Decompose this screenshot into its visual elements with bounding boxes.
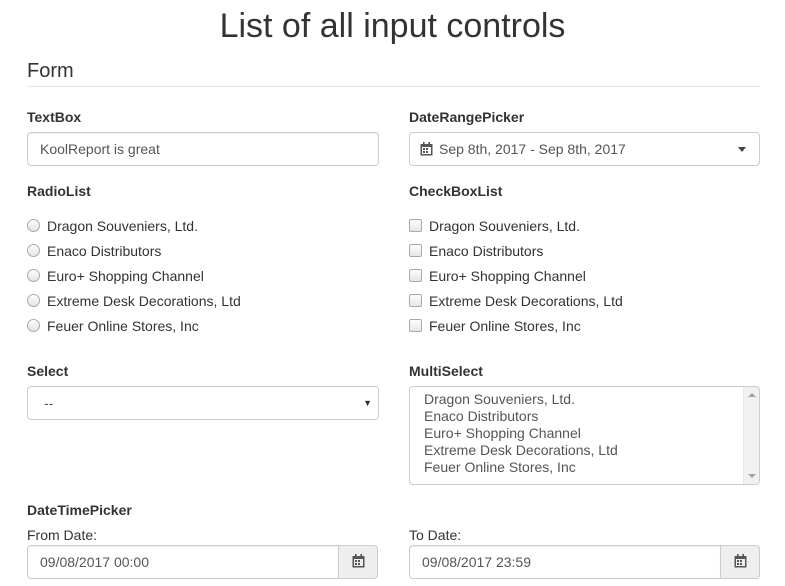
textbox-input[interactable]	[27, 132, 379, 166]
checkbox-option[interactable]: Feuer Online Stores, Inc	[409, 313, 623, 338]
calendar-icon	[734, 553, 747, 571]
checkbox[interactable]	[409, 269, 422, 282]
to-date-picker: 09/08/2017 23:59	[409, 545, 760, 579]
checkbox[interactable]	[409, 244, 422, 257]
multiselect-label: MultiSelect	[409, 363, 483, 379]
daterange-label: DateRangePicker	[409, 109, 525, 125]
divider	[27, 86, 760, 87]
caret-down-icon	[738, 147, 746, 152]
triangle-down-icon: ▼	[363, 398, 372, 408]
radio-list: Dragon Souveniers, Ltd. Enaco Distributo…	[27, 213, 241, 338]
radio-option[interactable]: Enaco Distributors	[27, 238, 241, 263]
from-date-picker: 09/08/2017 00:00	[27, 545, 378, 579]
radio-button[interactable]	[27, 294, 40, 307]
checkbox[interactable]	[409, 294, 422, 307]
to-date-calendar-button[interactable]	[720, 545, 760, 579]
radio-option[interactable]: Euro+ Shopping Channel	[27, 263, 241, 288]
datetimepicker-label: DateTimePicker	[27, 502, 132, 518]
page-title: List of all input controls	[219, 7, 566, 45]
from-date-input[interactable]: 09/08/2017 00:00	[27, 545, 338, 579]
to-date-input[interactable]: 09/08/2017 23:59	[409, 545, 720, 579]
radio-button[interactable]	[27, 244, 40, 257]
radio-button[interactable]	[27, 269, 40, 282]
scroll-up-icon[interactable]	[748, 393, 756, 397]
daterange-value: Sep 8th, 2017 - Sep 8th, 2017	[439, 141, 626, 157]
radio-option[interactable]: Dragon Souveniers, Ltd.	[27, 213, 241, 238]
checkbox-option[interactable]: Dragon Souveniers, Ltd.	[409, 213, 623, 238]
checkbox-list: Dragon Souveniers, Ltd. Enaco Distributo…	[409, 213, 623, 338]
radio-option[interactable]: Extreme Desk Decorations, Ltd	[27, 288, 241, 313]
checkboxlist-label: CheckBoxList	[409, 183, 503, 199]
scroll-down-icon[interactable]	[748, 474, 756, 478]
from-date-calendar-button[interactable]	[338, 545, 378, 579]
checkbox-option[interactable]: Extreme Desk Decorations, Ltd	[409, 288, 623, 313]
checkbox-option[interactable]: Euro+ Shopping Channel	[409, 263, 623, 288]
multiselect-option[interactable]: Feuer Online Stores, Inc	[424, 459, 759, 476]
multiselect-option[interactable]: Euro+ Shopping Channel	[424, 425, 759, 442]
multiselect-option[interactable]: Enaco Distributors	[424, 408, 759, 425]
radio-option[interactable]: Feuer Online Stores, Inc	[27, 313, 241, 338]
multiselect-scrollbar[interactable]	[743, 387, 759, 484]
radiolist-label: RadioList	[27, 183, 91, 199]
textbox-label: TextBox	[27, 109, 82, 125]
daterange-picker[interactable]: Sep 8th, 2017 - Sep 8th, 2017	[409, 132, 760, 166]
select-dropdown[interactable]: -- ▼	[27, 386, 379, 420]
select-value: --	[44, 395, 54, 411]
form-heading: Form	[27, 60, 74, 82]
calendar-icon	[420, 142, 433, 156]
radio-button[interactable]	[27, 219, 40, 232]
to-date-label: To Date:	[409, 527, 462, 543]
from-date-label: From Date:	[27, 527, 98, 543]
checkbox[interactable]	[409, 319, 422, 332]
multiselect-option[interactable]: Dragon Souveniers, Ltd.	[424, 391, 759, 408]
multiselect-option[interactable]: Extreme Desk Decorations, Ltd	[424, 442, 759, 459]
select-label: Select	[27, 363, 69, 379]
radio-button[interactable]	[27, 319, 40, 332]
multiselect-box[interactable]: Dragon Souveniers, Ltd. Enaco Distributo…	[409, 386, 760, 485]
checkbox[interactable]	[409, 219, 422, 232]
calendar-icon	[352, 553, 365, 571]
checkbox-option[interactable]: Enaco Distributors	[409, 238, 623, 263]
